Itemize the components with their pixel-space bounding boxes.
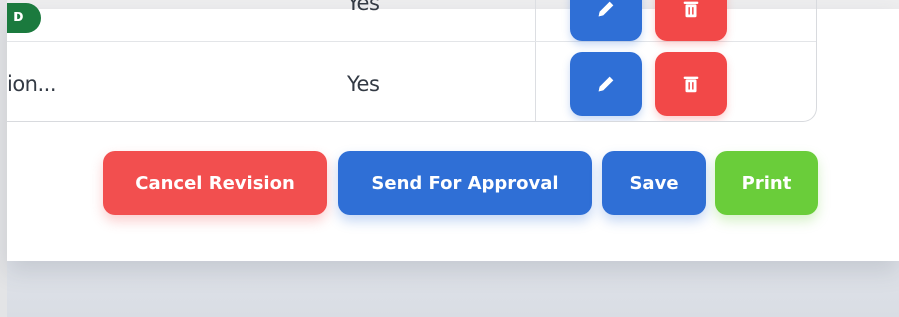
delete-button[interactable] [655,52,727,116]
items-table: ᴅ Yes ion... Yes [7,0,817,122]
print-button[interactable]: Print [715,151,818,215]
row-flag-value: Yes [347,0,380,15]
row-name-value: ion... [7,72,57,96]
edit-button[interactable] [570,52,642,116]
trash-icon [683,1,699,18]
left-strip [0,0,7,317]
status-icon: ᴅ [7,3,41,33]
send-for-approval-button[interactable]: Send For Approval [338,151,592,215]
table-row: ion... Yes [7,42,816,121]
form-card: ᴅ Yes ion... Yes Cancel Revision Send Fo… [7,0,899,261]
edit-button[interactable] [570,0,642,41]
delete-button[interactable] [655,0,727,41]
pencil-icon [598,1,614,17]
row-flag-value: Yes [347,72,380,96]
pencil-icon [598,76,614,92]
table-row: ᴅ Yes [7,0,816,42]
trash-icon [683,76,699,93]
save-button[interactable]: Save [602,151,706,215]
cancel-revision-button[interactable]: Cancel Revision [103,151,327,215]
